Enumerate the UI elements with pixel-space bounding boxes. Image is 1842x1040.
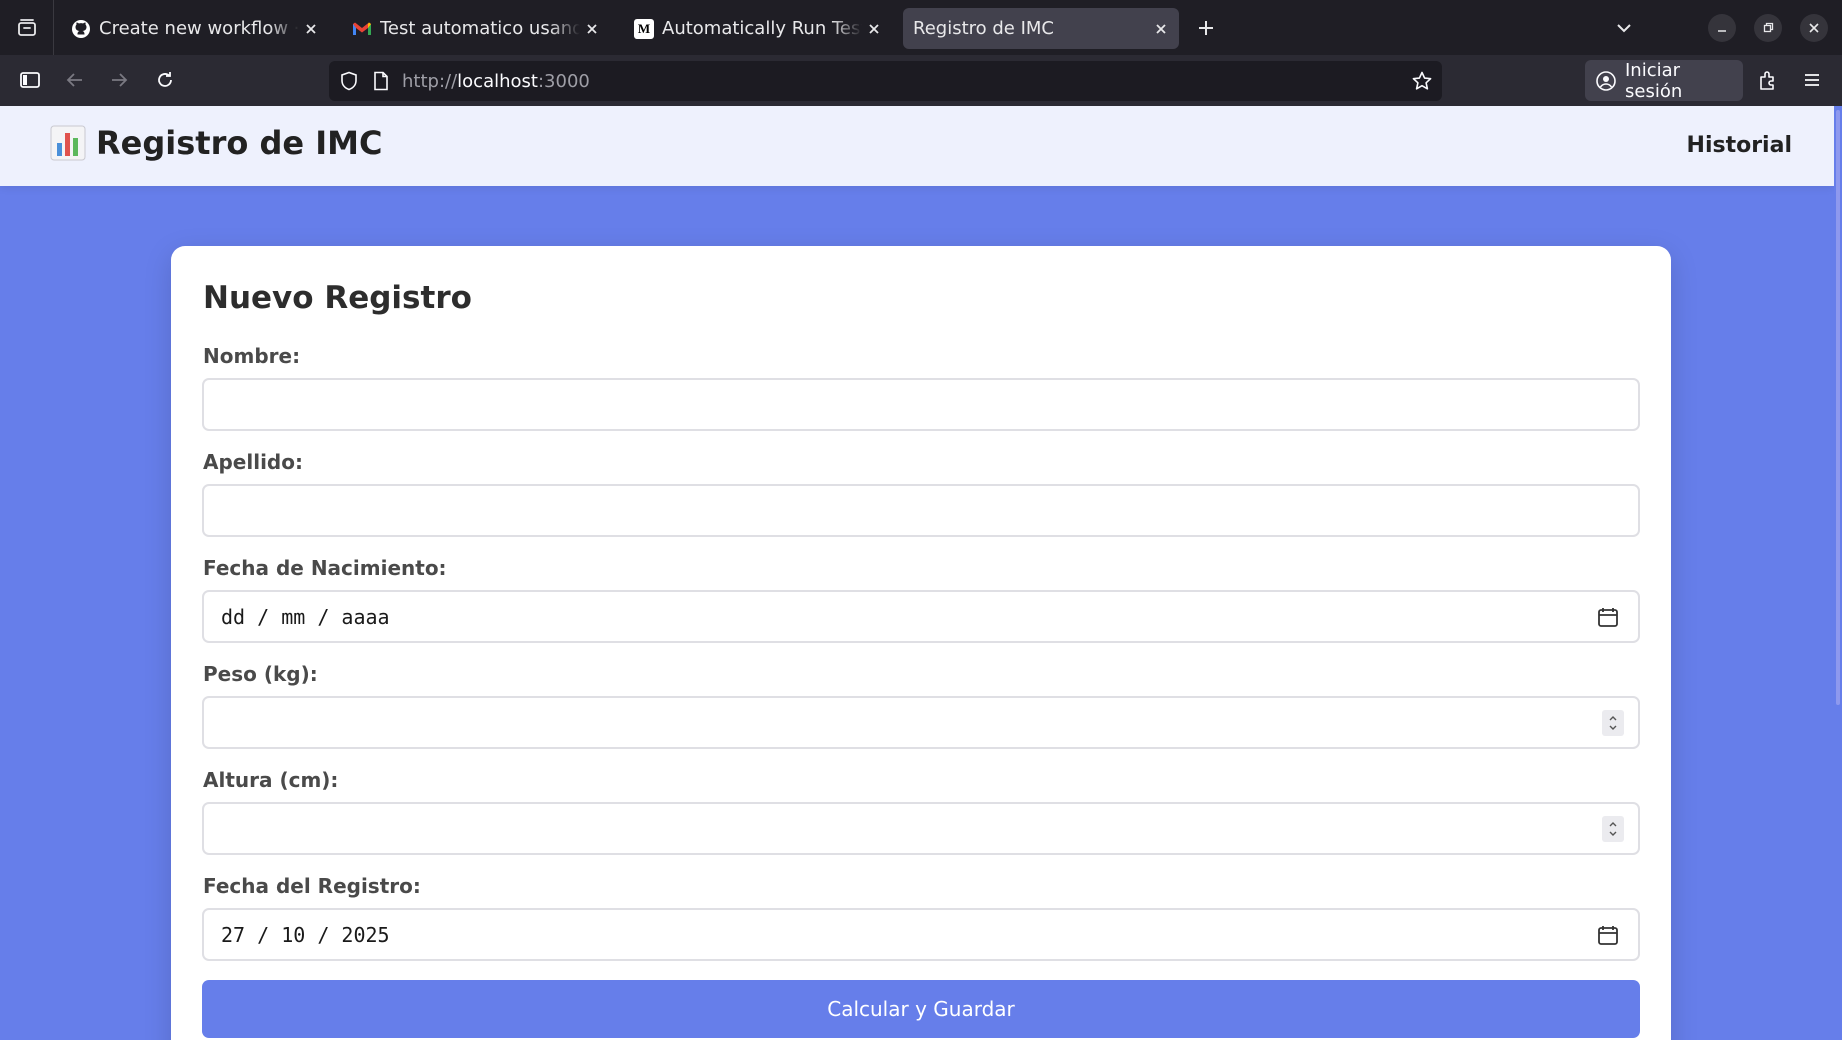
- url-prefix: http://: [402, 70, 458, 92]
- minimize-button[interactable]: [1708, 14, 1736, 42]
- fecha-nacimiento-value: dd / mm / aaaa: [221, 604, 390, 629]
- browser-tab-github[interactable]: Create new workflow · ca: [59, 8, 329, 49]
- gmail-icon: [352, 19, 372, 39]
- extensions-button[interactable]: [1751, 63, 1785, 97]
- page-scrollbar[interactable]: [1834, 106, 1842, 1040]
- plus-icon: [1199, 21, 1213, 35]
- close-window-button[interactable]: [1800, 14, 1828, 42]
- calcular-guardar-button[interactable]: Calcular y Guardar: [202, 980, 1640, 1038]
- close-tab-icon[interactable]: [862, 17, 886, 41]
- browser-tab-bar: Create new workflow · ca Test automatico…: [0, 0, 1842, 55]
- nombre-input[interactable]: [202, 378, 1640, 431]
- sign-in-label: Iniciar sesión: [1625, 59, 1683, 102]
- brand[interactable]: Registro de IMC: [50, 124, 382, 162]
- brand-title: Registro de IMC: [96, 124, 383, 162]
- tab-title: Test automatico usando g: [380, 18, 580, 39]
- back-button[interactable]: [58, 63, 92, 97]
- apellido-input[interactable]: [202, 484, 1640, 537]
- bookmark-star-icon[interactable]: [1411, 70, 1433, 92]
- browser-tab-registro-imc[interactable]: Registro de IMC: [903, 8, 1179, 49]
- tab-title: Automatically Run Tests U: [662, 18, 862, 39]
- tab-list-button[interactable]: [0, 0, 54, 55]
- hamburger-menu-icon: [1805, 74, 1819, 86]
- fecha-registro-input[interactable]: 27 / 10 / 2025: [202, 908, 1640, 961]
- fecha-nacimiento-label: Fecha de Nacimiento:: [203, 556, 447, 580]
- chevron-down-icon: [1617, 24, 1631, 33]
- menu-button[interactable]: [1795, 63, 1829, 97]
- app-header: Registro de IMC Historial: [0, 106, 1834, 186]
- puzzle-icon: [1760, 71, 1774, 90]
- close-icon: [1809, 23, 1819, 33]
- minimize-icon: [1718, 30, 1726, 32]
- reload-button[interactable]: [148, 63, 182, 97]
- sign-in-button[interactable]: Iniciar sesión: [1585, 59, 1743, 102]
- altura-label: Altura (cm):: [203, 768, 339, 792]
- number-spinner-icon[interactable]: [1602, 709, 1624, 736]
- page-icon[interactable]: [370, 70, 392, 92]
- historial-link[interactable]: Historial: [1687, 133, 1792, 158]
- apellido-label: Apellido:: [203, 450, 303, 474]
- browser-nav-bar: http://localhost:3000 Iniciar sesión: [0, 55, 1842, 106]
- browser-tab-medium[interactable]: M Automatically Run Tests U: [622, 8, 892, 49]
- close-tab-icon[interactable]: [1149, 17, 1173, 41]
- back-arrow-icon: [66, 73, 82, 87]
- peso-input[interactable]: [202, 696, 1640, 749]
- tab-list-icon: [17, 18, 36, 36]
- url-bar[interactable]: http://localhost:3000: [329, 61, 1442, 101]
- url-text[interactable]: http://localhost:3000: [402, 71, 1411, 92]
- github-icon: [71, 19, 91, 39]
- reload-icon: [158, 72, 172, 87]
- restore-icon: [1763, 22, 1774, 33]
- peso-label: Peso (kg):: [203, 662, 318, 686]
- bar-chart-icon: [50, 125, 86, 161]
- nombre-label: Nombre:: [203, 344, 301, 368]
- browser-tab-gmail[interactable]: Test automatico usando g: [340, 8, 610, 49]
- account-icon: [1595, 70, 1617, 92]
- shield-icon[interactable]: [338, 70, 360, 92]
- form-title: Nuevo Registro: [203, 280, 472, 316]
- fecha-registro-label: Fecha del Registro:: [203, 874, 421, 898]
- sidebar-icon: [20, 72, 40, 88]
- page-viewport: Registro de IMC Historial Nuevo Registro…: [0, 106, 1842, 1040]
- url-suffix: :3000: [537, 70, 590, 92]
- restore-button[interactable]: [1754, 14, 1782, 42]
- form-card: Nuevo Registro Nombre: Apellido: Fecha d…: [171, 246, 1671, 1040]
- forward-button[interactable]: [102, 63, 136, 97]
- tab-title: Create new workflow · ca: [99, 18, 299, 39]
- number-spinner-icon[interactable]: [1602, 815, 1624, 842]
- forward-arrow-icon: [112, 73, 128, 87]
- new-tab-button[interactable]: [1190, 12, 1222, 44]
- close-tab-icon[interactable]: [580, 17, 604, 41]
- tab-title: Registro de IMC: [913, 18, 1055, 39]
- sidebar-toggle-button[interactable]: [13, 63, 47, 97]
- calendar-icon[interactable]: [1596, 923, 1620, 947]
- calendar-icon[interactable]: [1596, 605, 1620, 629]
- url-host: localhost: [457, 70, 538, 92]
- altura-input[interactable]: [202, 802, 1640, 855]
- medium-icon: M: [634, 18, 654, 39]
- list-all-tabs-button[interactable]: [1608, 12, 1640, 44]
- close-tab-icon[interactable]: [299, 17, 323, 41]
- scrollbar-thumb[interactable]: [1836, 110, 1840, 705]
- fecha-registro-value: 27 / 10 / 2025: [221, 922, 390, 947]
- fecha-nacimiento-input[interactable]: dd / mm / aaaa: [202, 590, 1640, 643]
